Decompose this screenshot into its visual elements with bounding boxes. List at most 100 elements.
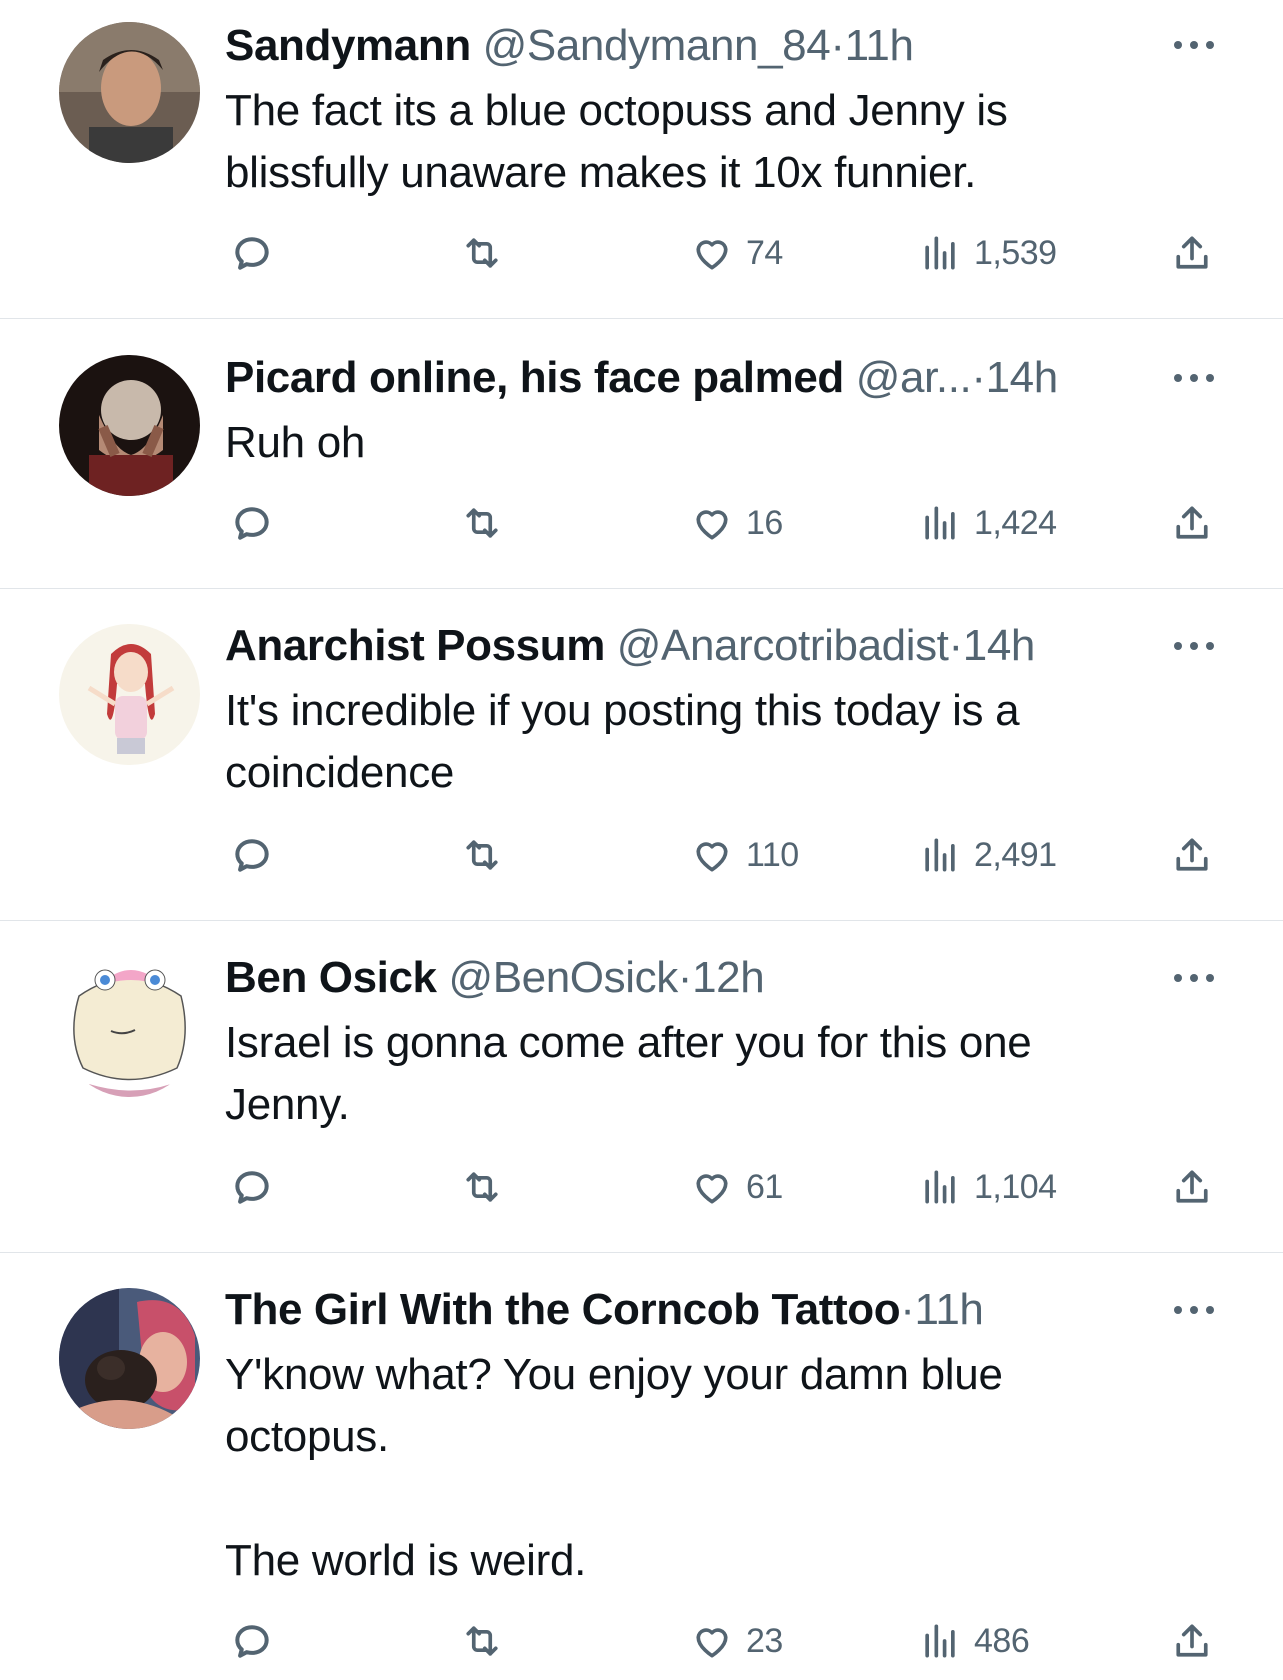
reply-button[interactable] bbox=[230, 830, 274, 880]
tweet-header: The Girl With the Corncob Tattoo·11h bbox=[225, 1284, 984, 1336]
separator: · bbox=[948, 621, 964, 670]
tweet-text: Y'know what? You enjoy your damn blue oc… bbox=[225, 1350, 1003, 1585]
views-button[interactable]: 1,539 bbox=[918, 228, 1057, 278]
handle[interactable]: @Sandymann_84 bbox=[483, 21, 831, 70]
upload-arrow-icon bbox=[1176, 1624, 1208, 1657]
tweet-header: Ben Osick @BenOsick·12h bbox=[225, 952, 765, 1004]
heart-icon bbox=[696, 510, 728, 540]
retweet-arrows-icon bbox=[466, 1172, 498, 1202]
view-count: 2,491 bbox=[974, 835, 1057, 874]
tweet-header: Picard online, his face palmed @ar...·14… bbox=[225, 352, 1058, 404]
view-count: 1,424 bbox=[974, 503, 1057, 542]
share-button[interactable] bbox=[1170, 1162, 1214, 1212]
tweet-text: The fact its a blue octopuss and Jenny i… bbox=[225, 86, 1008, 197]
speech-bubble-icon bbox=[235, 1171, 269, 1204]
upload-arrow-icon bbox=[1176, 236, 1208, 269]
action-bar: 61 1,104 bbox=[0, 1162, 1283, 1212]
speech-bubble-icon bbox=[235, 507, 269, 540]
share-button[interactable] bbox=[1170, 228, 1214, 278]
views-button[interactable]: 486 bbox=[918, 1616, 1030, 1666]
speech-bubble-icon bbox=[235, 839, 269, 872]
action-bar: 16 1,424 bbox=[0, 498, 1283, 548]
bar-chart-icon bbox=[925, 1170, 955, 1204]
divider bbox=[0, 1252, 1283, 1253]
handle[interactable]: @Anarcotribadist bbox=[617, 621, 949, 670]
reply-button[interactable] bbox=[230, 228, 274, 278]
divider bbox=[0, 588, 1283, 589]
tweet-text: Ruh oh bbox=[225, 418, 366, 467]
more-options-button[interactable] bbox=[1172, 1300, 1220, 1320]
action-bar: 23 486 bbox=[0, 1616, 1283, 1666]
avatar[interactable] bbox=[59, 956, 200, 1097]
like-count: 61 bbox=[746, 1167, 783, 1206]
like-button[interactable]: 74 bbox=[690, 228, 783, 278]
display-name[interactable]: Sandymann bbox=[225, 21, 471, 70]
like-button[interactable]: 110 bbox=[690, 830, 799, 880]
tweet-header: Anarchist Possum @Anarcotribadist·14h bbox=[225, 620, 1035, 672]
view-count: 486 bbox=[974, 1621, 1030, 1660]
timestamp[interactable]: 12h bbox=[692, 953, 765, 1002]
retweet-button[interactable] bbox=[460, 498, 504, 548]
retweet-button[interactable] bbox=[460, 1616, 504, 1666]
bar-chart-icon bbox=[925, 1624, 955, 1658]
bar-chart-icon bbox=[925, 236, 955, 270]
timestamp[interactable]: 14h bbox=[963, 621, 1036, 670]
separator: · bbox=[677, 953, 693, 1002]
heart-icon bbox=[696, 240, 728, 270]
avatar[interactable] bbox=[59, 1288, 200, 1429]
retweet-arrows-icon bbox=[466, 840, 498, 870]
avatar[interactable] bbox=[59, 355, 200, 496]
handle[interactable]: @ar... bbox=[856, 353, 972, 402]
speech-bubble-icon bbox=[235, 1625, 269, 1658]
like-button[interactable]: 16 bbox=[690, 498, 783, 548]
display-name[interactable]: Anarchist Possum bbox=[225, 621, 605, 670]
separator: · bbox=[900, 1285, 915, 1334]
like-count: 74 bbox=[746, 233, 783, 272]
avatar[interactable] bbox=[59, 22, 200, 163]
timestamp[interactable]: 11h bbox=[915, 1285, 984, 1334]
retweet-arrows-icon bbox=[466, 1626, 498, 1656]
display-name[interactable]: Picard online, his face palmed bbox=[225, 353, 844, 402]
retweet-button[interactable] bbox=[460, 830, 504, 880]
retweet-arrows-icon bbox=[466, 238, 498, 268]
more-options-button[interactable] bbox=[1172, 35, 1220, 55]
reply-button[interactable] bbox=[230, 1162, 274, 1212]
like-button[interactable]: 61 bbox=[690, 1162, 783, 1212]
like-count: 23 bbox=[746, 1621, 783, 1660]
display-name[interactable]: The Girl With the Corncob Tattoo bbox=[225, 1285, 901, 1334]
display-name[interactable]: Ben Osick bbox=[225, 953, 437, 1002]
reply-button[interactable] bbox=[230, 498, 274, 548]
action-bar: 74 1,539 bbox=[0, 228, 1283, 278]
share-button[interactable] bbox=[1170, 1616, 1214, 1666]
views-button[interactable]: 2,491 bbox=[918, 830, 1057, 880]
upload-arrow-icon bbox=[1176, 1170, 1208, 1203]
views-button[interactable]: 1,424 bbox=[918, 498, 1057, 548]
more-options-button[interactable] bbox=[1172, 968, 1220, 988]
avatar[interactable] bbox=[59, 624, 200, 765]
timestamp[interactable]: 14h bbox=[986, 353, 1059, 402]
share-button[interactable] bbox=[1170, 498, 1214, 548]
share-button[interactable] bbox=[1170, 830, 1214, 880]
bar-chart-icon bbox=[925, 838, 955, 872]
retweet-button[interactable] bbox=[460, 228, 504, 278]
tweet-text: Israel is gonna come after you for this … bbox=[225, 1018, 1032, 1129]
bar-chart-icon bbox=[925, 506, 955, 540]
separator: · bbox=[971, 353, 986, 402]
views-button[interactable]: 1,104 bbox=[918, 1162, 1057, 1212]
heart-icon bbox=[696, 842, 728, 872]
reply-button[interactable] bbox=[230, 1616, 274, 1666]
retweet-button[interactable] bbox=[460, 1162, 504, 1212]
more-options-button[interactable] bbox=[1172, 636, 1220, 656]
tweet-text: It's incredible if you posting this toda… bbox=[225, 686, 1020, 797]
like-count: 16 bbox=[746, 503, 783, 542]
timestamp[interactable]: 11h bbox=[845, 21, 914, 70]
action-bar: 110 2,491 bbox=[0, 830, 1283, 880]
speech-bubble-icon bbox=[235, 237, 269, 270]
upload-arrow-icon bbox=[1176, 506, 1208, 539]
view-count: 1,539 bbox=[974, 233, 1057, 272]
handle[interactable]: @BenOsick bbox=[448, 953, 678, 1002]
divider bbox=[0, 920, 1283, 921]
like-button[interactable]: 23 bbox=[690, 1616, 783, 1666]
heart-icon bbox=[696, 1174, 728, 1204]
more-options-button[interactable] bbox=[1172, 368, 1220, 388]
